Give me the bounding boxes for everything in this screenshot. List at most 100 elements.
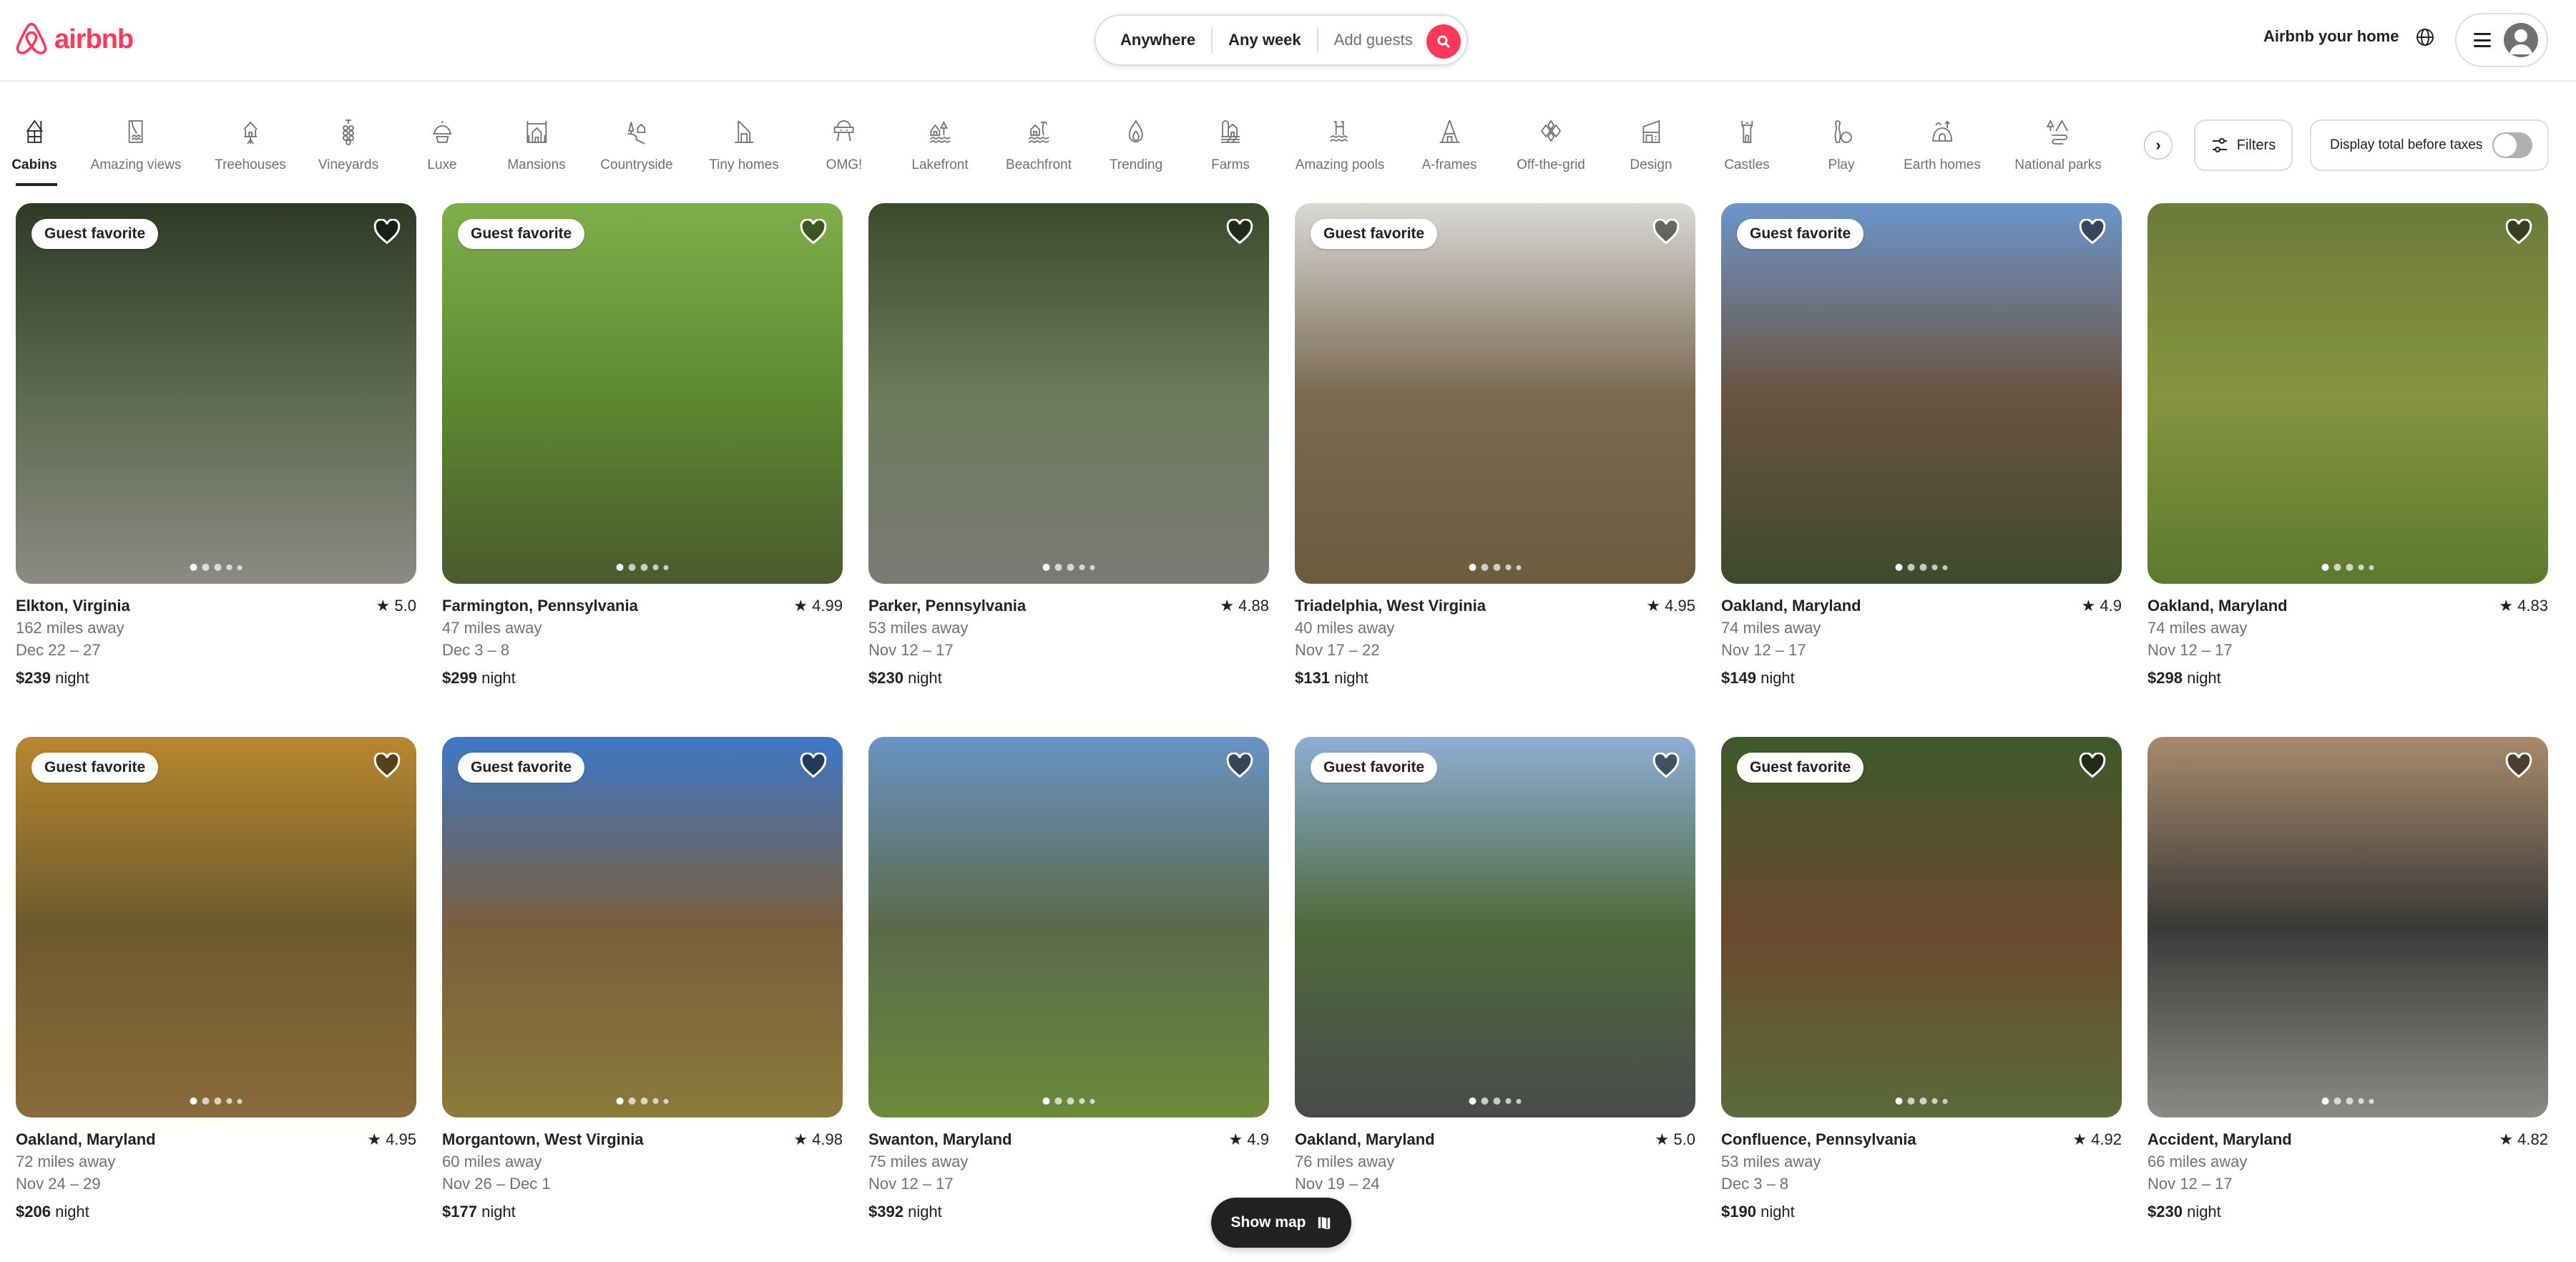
airbnb-your-home-link[interactable]: Airbnb your home <box>2263 27 2399 46</box>
heart-icon[interactable] <box>2505 753 2532 778</box>
photo-carousel-dots[interactable] <box>1042 564 1095 571</box>
display-total-toggle-container[interactable]: Display total before taxes <box>2310 119 2549 171</box>
listing-card[interactable]: Oakland, Maryland ★ 4.83 74 miles away Nov … <box>2148 203 2548 697</box>
heart-icon[interactable] <box>1652 219 1680 245</box>
search-button[interactable] <box>1426 24 1461 59</box>
listing-photo[interactable]: Guest favorite <box>16 203 416 584</box>
listing-photo[interactable]: Guest favorite <box>16 737 416 1117</box>
listing-card[interactable]: Guest favorite Confluence, Pennsylvania ★ … <box>1721 737 2122 1231</box>
photo-carousel-dots[interactable] <box>2321 564 2374 571</box>
listing-rating: ★ 4.82 <box>2499 1130 2548 1148</box>
heart-icon[interactable] <box>373 219 401 245</box>
treehouse-icon <box>236 116 265 147</box>
listing-card[interactable]: Guest favorite Oakland, Maryland ★ 4.9 74 m… <box>1721 203 2122 697</box>
user-menu-button[interactable] <box>2455 13 2548 67</box>
listing-card[interactable]: Guest favorite Oakland, Maryland ★ 5.0 76 m… <box>1295 737 1695 1231</box>
category-tab-a-frames[interactable]: A-frames <box>1421 116 1477 173</box>
listing-photo[interactable]: Guest favorite <box>442 737 843 1117</box>
category-tab-treehouses[interactable]: Treehouses <box>215 116 286 173</box>
photo-carousel-dots[interactable] <box>1895 1097 1948 1105</box>
heart-icon[interactable] <box>2505 219 2532 245</box>
guest-favorite-badge: Guest favorite <box>31 753 159 783</box>
category-tab-mansions[interactable]: Mansions <box>507 116 566 173</box>
display-total-toggle[interactable] <box>2492 132 2533 158</box>
heart-icon[interactable] <box>1652 753 1680 778</box>
listing-photo[interactable] <box>868 737 1269 1117</box>
listing-photo[interactable] <box>2148 203 2548 584</box>
heart-icon[interactable] <box>2079 753 2106 778</box>
heart-icon[interactable] <box>2079 219 2106 245</box>
heart-icon[interactable] <box>1226 219 1253 245</box>
listing-price: $230 night <box>2148 1203 2221 1221</box>
listing-photo[interactable]: Guest favorite <box>1721 203 2122 584</box>
listing-photo[interactable]: Guest favorite <box>1295 737 1695 1117</box>
category-label: National parks <box>2014 157 2102 172</box>
listing-distance: 162 miles away <box>16 619 124 637</box>
listing-card[interactable]: Guest favorite Oakland, Maryland ★ 4.95 72 … <box>16 737 416 1231</box>
photo-carousel-dots[interactable] <box>616 1097 669 1105</box>
star-icon: ★ <box>1220 597 1235 615</box>
category-tab-beachfront[interactable]: Beachfront <box>1006 116 1072 173</box>
listing-card[interactable]: Parker, Pennsylvania ★ 4.88 53 miles away N… <box>868 203 1269 697</box>
listing-location: Swanton, Maryland <box>868 1130 1012 1148</box>
listing-photo[interactable] <box>868 203 1269 584</box>
listing-photo[interactable] <box>2148 737 2548 1117</box>
category-tab-farms[interactable]: Farms <box>1211 116 1250 173</box>
photo-carousel-dots[interactable] <box>1042 1097 1095 1105</box>
photo-carousel-dots[interactable] <box>616 564 669 571</box>
category-label: Off-the-grid <box>1517 157 1585 172</box>
category-tab-design[interactable]: Design <box>1630 116 1673 173</box>
category-tab-countryside[interactable]: Countryside <box>600 116 673 173</box>
search-bar[interactable]: Anywhere Any week Add guests <box>1094 14 1468 66</box>
listing-photo[interactable]: Guest favorite <box>1721 737 2122 1117</box>
listing-card[interactable]: Guest favorite Triadelphia, West Virginia… <box>1295 203 1695 697</box>
category-label: Vineyards <box>318 157 379 172</box>
search-guests[interactable]: Add guests <box>1318 27 1429 53</box>
listing-photo[interactable]: Guest favorite <box>442 203 843 584</box>
listing-card[interactable]: Swanton, Maryland ★ 4.9 75 miles away Nov 1… <box>868 737 1269 1231</box>
search-where[interactable]: Anywhere <box>1120 27 1211 53</box>
photo-carousel-dots[interactable] <box>2321 1097 2374 1105</box>
countryside-icon <box>622 116 651 147</box>
star-icon: ★ <box>793 597 808 615</box>
listing-distance: 74 miles away <box>2148 619 2248 637</box>
category-tab-national-parks[interactable]: National parks <box>2014 116 2102 173</box>
listing-card[interactable]: Guest favorite Elkton, Virginia ★ 5.0 162 m… <box>16 203 416 697</box>
category-tab-trending[interactable]: Trending <box>1110 116 1162 173</box>
category-tab-earth-homes[interactable]: Earth homes <box>1904 116 1981 173</box>
listing-photo[interactable]: Guest favorite <box>1295 203 1695 584</box>
photo-carousel-dots[interactable] <box>1469 1097 1522 1105</box>
listing-location: Parker, Pennsylvania <box>868 597 1027 615</box>
heart-icon[interactable] <box>800 219 827 245</box>
photo-carousel-dots[interactable] <box>190 564 243 571</box>
category-tab-off-the-grid[interactable]: Off-the-grid <box>1517 116 1585 173</box>
star-icon: ★ <box>793 1130 808 1148</box>
categories-next-button[interactable]: › <box>2144 131 2173 160</box>
category-tab-lakefront[interactable]: Lakefront <box>911 116 969 173</box>
category-tab-amazing-pools[interactable]: Amazing pools <box>1296 116 1384 173</box>
filters-button[interactable]: Filters <box>2194 119 2293 171</box>
heart-icon[interactable] <box>1226 753 1253 778</box>
listing-card[interactable]: Accident, Maryland ★ 4.82 66 miles away Nov… <box>2148 737 2548 1231</box>
show-map-button[interactable]: Show map <box>1211 1198 1351 1248</box>
photo-carousel-dots[interactable] <box>190 1097 243 1105</box>
category-tab-vineyards[interactable]: Vineyards <box>318 116 378 173</box>
heart-icon[interactable] <box>800 753 827 778</box>
photo-carousel-dots[interactable] <box>1895 564 1948 571</box>
photo-carousel-dots[interactable] <box>1469 564 1522 571</box>
category-tab-castles[interactable]: Castles <box>1724 116 1770 173</box>
search-when[interactable]: Any week <box>1213 27 1317 53</box>
category-tab-omg[interactable]: OMG! <box>826 116 862 173</box>
category-tab-cabins[interactable]: Cabins <box>11 116 57 173</box>
top-header: airbnb Anywhere Any week Add guests Airb… <box>0 0 2576 82</box>
airbnb-logo[interactable]: airbnb <box>14 21 134 57</box>
globe-icon[interactable] <box>2415 27 2435 47</box>
airbnb-logo-icon <box>16 22 47 54</box>
listing-card[interactable]: Guest favorite Farmington, Pennsylvania ★ … <box>442 203 843 697</box>
category-tab-amazing-views[interactable]: Amazing views <box>91 116 181 173</box>
listing-card[interactable]: Guest favorite Morgantown, West Virginia ★… <box>442 737 843 1231</box>
category-tab-tiny-homes[interactable]: Tiny homes <box>709 116 779 173</box>
category-tab-luxe[interactable]: Luxe <box>427 116 457 173</box>
heart-icon[interactable] <box>373 753 401 778</box>
category-tab-play[interactable]: Play <box>1827 116 1856 173</box>
